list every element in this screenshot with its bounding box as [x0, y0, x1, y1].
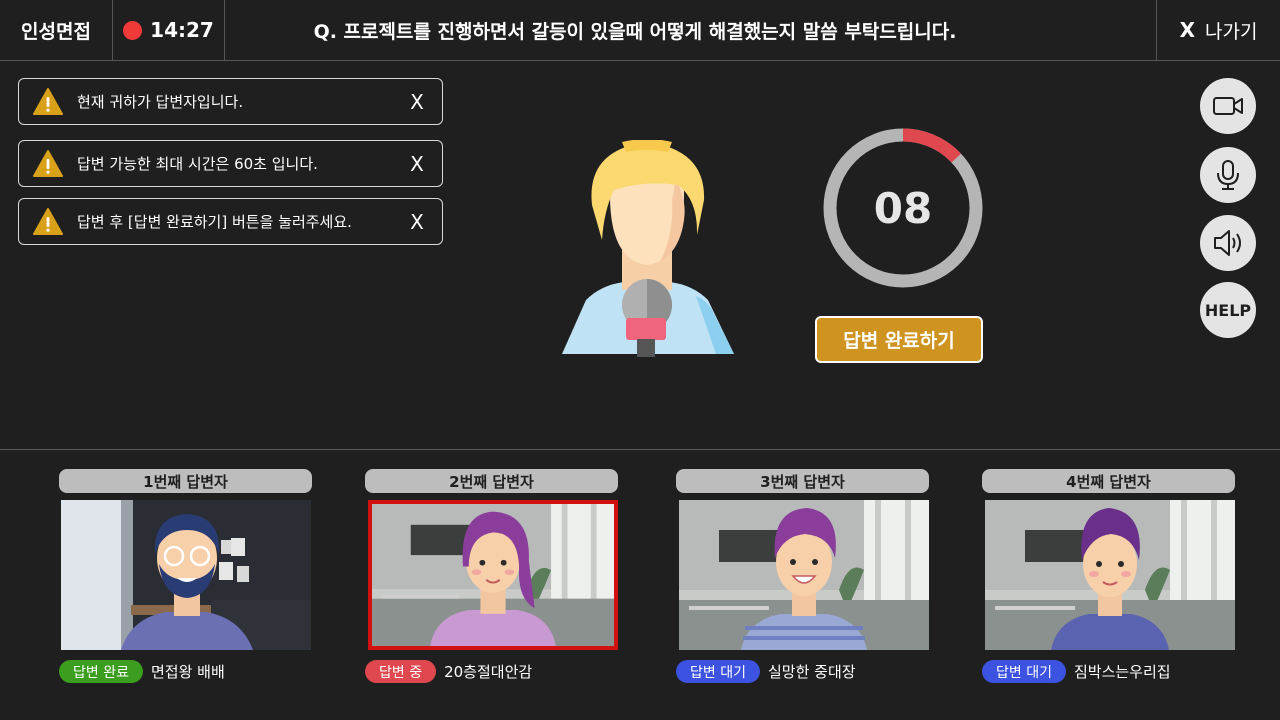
exit-button[interactable]: X 나가기: [1156, 0, 1280, 60]
alert-text: 답변 가능한 최대 시간은 60초 입니다.: [77, 155, 318, 173]
warning-icon: [33, 207, 63, 235]
participant-avatar-image: [985, 500, 1235, 650]
participant-avatar-image: [61, 500, 311, 650]
alert-item: 현재 귀하가 답변자입니다. X: [18, 78, 443, 125]
participant-footer: 답변 대기 실망한 중대장: [676, 660, 929, 683]
camera-icon: [1213, 97, 1243, 115]
participant-video: [679, 500, 929, 650]
participant-footer: 답변 중 20층절대안감: [365, 660, 618, 683]
timer-value: 14:27: [150, 18, 214, 42]
exit-x-icon: X: [1179, 18, 1195, 42]
participant-avatar-image: [372, 504, 614, 646]
participant-name: 20층절대안감: [444, 663, 533, 681]
speaker-button[interactable]: [1200, 215, 1256, 271]
microphone-icon: [1217, 160, 1239, 190]
participant-card: 1번째 답변자 답변 완료 면접왕 배배: [59, 469, 312, 683]
participant-name: 실망한 중대장: [767, 663, 856, 681]
alert-close-button[interactable]: X: [392, 152, 442, 176]
warning-icon: [33, 149, 63, 177]
section-divider: [0, 449, 1280, 450]
participant-title: 1번째 답변자: [59, 469, 312, 493]
participant-card: 3번째 답변자 답변 대기 실망한 중대장: [676, 469, 929, 683]
participant-video: [61, 500, 311, 650]
participant-card: 4번째 답변자 답변 대기 짐박스는우리집: [982, 469, 1235, 683]
warning-icon: [33, 87, 63, 115]
participant-title: 3번째 답변자: [676, 469, 929, 493]
participant-avatar-image: [679, 500, 929, 650]
alert-text: 현재 귀하가 답변자입니다.: [77, 93, 244, 111]
alert-item: 답변 가능한 최대 시간은 60초 입니다. X: [18, 140, 443, 187]
participant-video-active: [368, 500, 618, 650]
answer-complete-button[interactable]: 답변 완료하기: [815, 316, 983, 363]
participant-card: 2번째 답변자 답변 중 20층절대안감: [365, 469, 618, 683]
help-label: HELP: [1204, 300, 1252, 320]
exit-label: 나가기: [1204, 20, 1258, 43]
participant-title: 4번째 답변자: [982, 469, 1235, 493]
recording-dot-icon: [123, 20, 143, 40]
participant-name: 짐박스는우리집: [1073, 663, 1171, 681]
status-badge: 답변 대기: [982, 660, 1066, 683]
status-badge: 답변 대기: [676, 660, 760, 683]
microphone-button[interactable]: [1200, 147, 1256, 203]
participant-footer: 답변 대기 짐박스는우리집: [982, 660, 1235, 683]
alert-item: 답변 후 [답변 완료하기] 버튼을 눌러주세요. X: [18, 198, 443, 245]
status-badge: 답변 완료: [59, 660, 143, 683]
help-button[interactable]: HELP: [1200, 282, 1256, 338]
alert-close-button[interactable]: X: [392, 90, 442, 114]
countdown-value: 08: [873, 183, 933, 233]
timer: 14:27: [113, 0, 225, 60]
participant-video: [985, 500, 1235, 650]
header-bar: 인성면접 14:27 Q. 프로젝트를 진행하면서 갈등이 있을때 어떻게 해결…: [0, 0, 1280, 61]
speaker-avatar-illustration: [562, 140, 734, 357]
participant-footer: 답변 완료 면접왕 배배: [59, 660, 312, 683]
app-title: 인성면접: [0, 0, 113, 60]
alert-close-button[interactable]: X: [392, 210, 442, 234]
camera-button[interactable]: [1200, 78, 1256, 134]
question-text: Q. 프로젝트를 진행하면서 갈등이 있을때 어떻게 해결했는지 말씀 부탁드립…: [313, 20, 957, 43]
participant-name: 면접왕 배배: [150, 663, 225, 681]
speaker-icon: [1214, 230, 1241, 256]
participant-title: 2번째 답변자: [365, 469, 618, 493]
interview-screen: 인성면접 14:27 Q. 프로젝트를 진행하면서 갈등이 있을때 어떻게 해결…: [0, 0, 1280, 720]
alert-text: 답변 후 [답변 완료하기] 버튼을 눌러주세요.: [77, 213, 352, 231]
status-badge: 답변 중: [365, 660, 437, 683]
